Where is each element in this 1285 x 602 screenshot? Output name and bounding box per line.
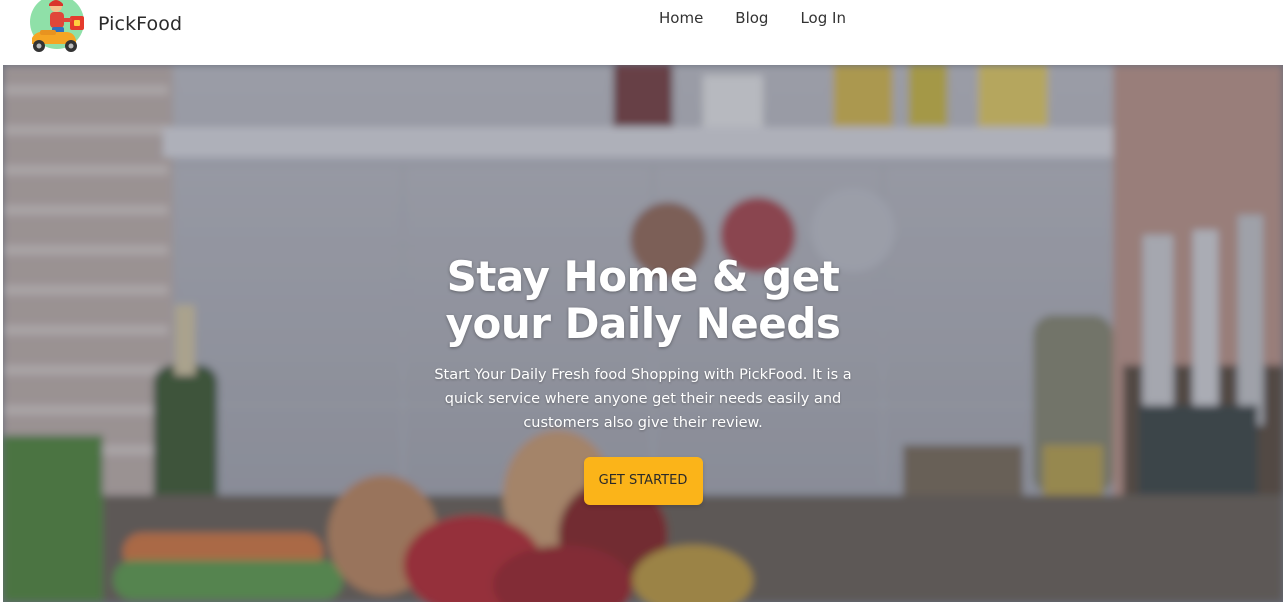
nav-link-blog[interactable]: Blog	[735, 8, 768, 28]
hero-subtitle: Start Your Daily Fresh food Shopping wit…	[434, 367, 852, 431]
delivery-scooter-logo-icon	[26, 0, 88, 55]
hero-section: Stay Home & get your Daily Needs Start Y…	[3, 65, 1283, 602]
hero-title: Stay Home & get your Daily Needs	[445, 252, 841, 348]
get-started-button[interactable]: GET STARTED	[583, 457, 703, 505]
nav-link-login[interactable]: Log In	[800, 8, 846, 28]
nav-link-home[interactable]: Home	[659, 8, 703, 28]
hero-content: Stay Home & get your Daily Needs Start Y…	[3, 253, 1283, 505]
brand[interactable]: PickFood	[26, 0, 182, 55]
brand-name: PickFood	[98, 12, 183, 35]
navbar: PickFood Home Blog Log In	[0, 0, 1285, 65]
nav-menu: Home Blog Log In	[659, 8, 846, 28]
